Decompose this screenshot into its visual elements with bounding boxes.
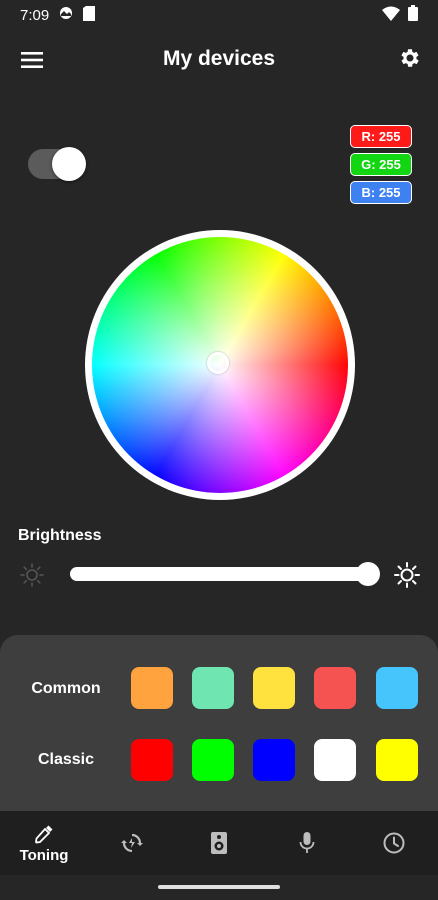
- battery-icon: [408, 5, 418, 25]
- status-bar: 7:09: [0, 0, 438, 30]
- classic-label: Classic: [37, 751, 95, 768]
- brightness-slider-track[interactable]: [70, 567, 372, 581]
- power-toggle[interactable]: [28, 147, 86, 181]
- color-cycle-icon: [121, 833, 143, 853]
- classic-swatch[interactable]: [376, 739, 418, 781]
- eyedropper-icon: [35, 825, 53, 843]
- photo-notification-icon: [59, 6, 73, 24]
- status-left: 7:09: [20, 5, 96, 25]
- app-screen: 7:09 My devices R: 255 G: 255 B: 255 Bri…: [0, 0, 438, 900]
- sim-card-icon: [83, 5, 96, 25]
- green-value-badge: G: 255: [350, 153, 412, 176]
- color-wheel-cursor[interactable]: [207, 352, 229, 374]
- status-right: [382, 5, 418, 25]
- preset-panel: [0, 635, 438, 811]
- red-value-badge: R: 255: [350, 125, 412, 148]
- home-indicator[interactable]: [158, 885, 280, 889]
- common-swatch[interactable]: [192, 667, 234, 709]
- common-swatch[interactable]: [253, 667, 295, 709]
- classic-swatch[interactable]: [192, 739, 234, 781]
- status-time: 7:09: [20, 6, 50, 24]
- common-swatch[interactable]: [376, 667, 418, 709]
- sun-bright-icon: [393, 561, 421, 589]
- gear-icon: [401, 49, 419, 67]
- app-bar: My devices: [0, 30, 438, 88]
- brightness-label: Brightness: [18, 527, 102, 544]
- clock-icon: [383, 832, 405, 854]
- blue-value-badge: B: 255: [350, 181, 412, 204]
- nav-item-speaker[interactable]: [175, 811, 263, 875]
- common-swatch[interactable]: [314, 667, 356, 709]
- nav-item-timer[interactable]: [350, 811, 438, 875]
- classic-swatch[interactable]: [131, 739, 173, 781]
- nav-item-microphone[interactable]: [263, 811, 351, 875]
- brightness-slider-thumb[interactable]: [356, 562, 380, 586]
- settings-button[interactable]: [396, 44, 424, 72]
- classic-swatch[interactable]: [314, 739, 356, 781]
- common-label: Common: [31, 680, 101, 697]
- nav-item-toning[interactable]: Toning: [0, 811, 88, 875]
- bottom-nav: Toning: [0, 811, 438, 875]
- sun-dim-icon: [18, 561, 46, 589]
- page-title: My devices: [162, 47, 276, 70]
- nav-label-toning: Toning: [19, 846, 69, 864]
- microphone-icon: [299, 832, 315, 853]
- toggle-thumb: [52, 147, 86, 181]
- wifi-icon: [382, 6, 400, 25]
- speaker-icon: [211, 832, 227, 854]
- nav-item-color-cycle[interactable]: [88, 811, 176, 875]
- menu-button[interactable]: [18, 46, 46, 74]
- hamburger-menu-icon: [21, 52, 43, 68]
- common-swatch[interactable]: [131, 667, 173, 709]
- classic-swatch[interactable]: [253, 739, 295, 781]
